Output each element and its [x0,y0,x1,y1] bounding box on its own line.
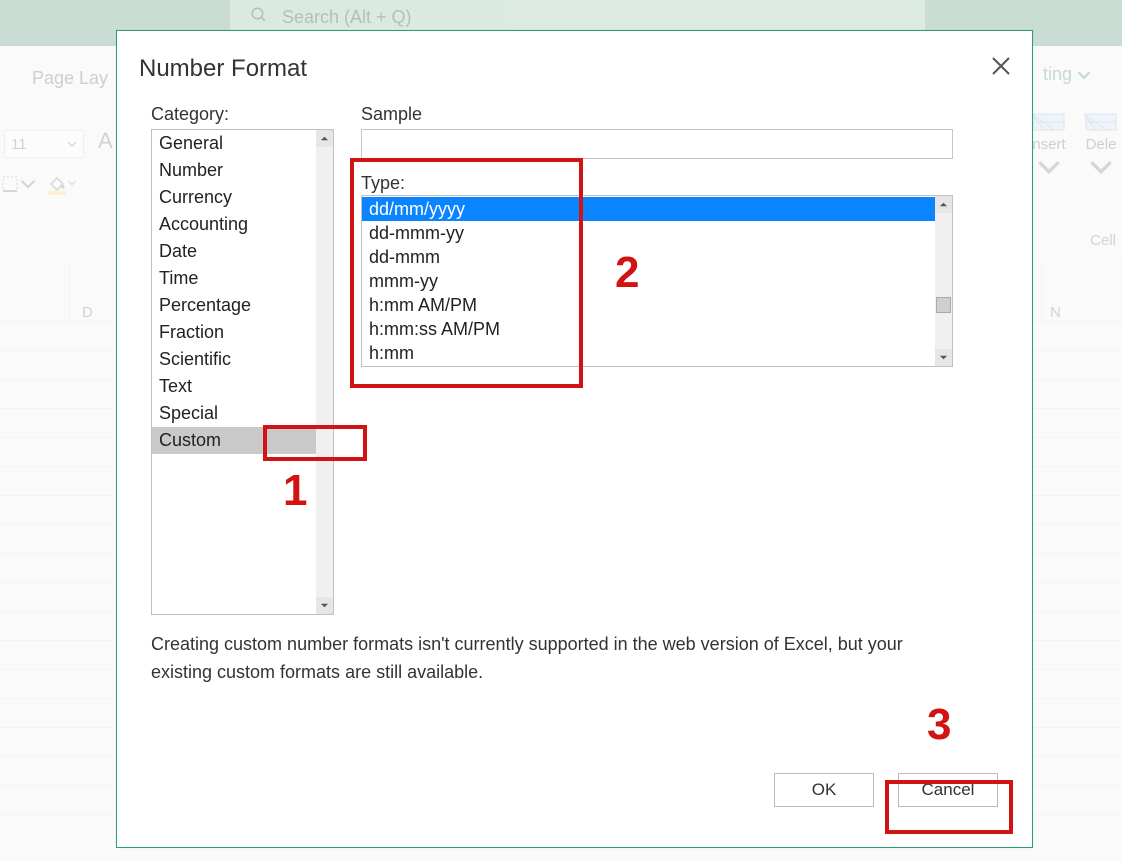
category-item[interactable]: Date [152,238,316,265]
category-listbox[interactable]: GeneralNumberCurrencyAccountingDateTimeP… [151,129,334,615]
category-item[interactable]: Number [152,157,316,184]
chevron-down-icon [939,353,948,362]
type-item[interactable]: dd-mmm-yy [362,221,935,245]
type-item[interactable]: h:mm:ss AM/PM [362,317,935,341]
close-button[interactable] [990,55,1012,77]
number-format-dialog: Number Format Category: Sample Type: Gen… [116,30,1033,848]
category-item[interactable]: Time [152,265,316,292]
category-item[interactable]: Special [152,400,316,427]
category-label: Category: [151,104,229,125]
category-item[interactable]: Custom [152,427,316,454]
dialog-title: Number Format [139,55,307,83]
scroll-down-button[interactable] [316,597,333,614]
chevron-up-icon [320,134,329,143]
type-item[interactable]: h:mm [362,341,935,365]
type-listbox[interactable]: dd/mm/yyyydd-mmm-yydd-mmmmmm-yyh:mm AM/P… [361,195,953,367]
scrollbar-track[interactable] [316,147,333,597]
chevron-down-icon [320,601,329,610]
type-item[interactable]: h:mm AM/PM [362,293,935,317]
type-label: Type: [361,173,405,194]
category-item[interactable]: Accounting [152,211,316,238]
scrollbar-track[interactable] [935,213,952,349]
sample-value-box [361,129,953,159]
category-item[interactable]: Currency [152,184,316,211]
scrollbar-thumb[interactable] [936,297,951,313]
ok-button[interactable]: OK [774,773,874,807]
type-item[interactable]: mmm-yy [362,269,935,293]
category-item[interactable]: General [152,130,316,157]
type-item[interactable]: dd-mmm [362,245,935,269]
category-item[interactable]: Scientific [152,346,316,373]
category-item[interactable]: Fraction [152,319,316,346]
cancel-button[interactable]: Cancel [898,773,998,807]
type-item[interactable]: dd/mm/yyyy [362,197,935,221]
category-item[interactable]: Text [152,373,316,400]
scroll-up-button[interactable] [935,196,952,213]
category-scrollbar[interactable] [316,130,333,614]
scroll-down-button[interactable] [935,349,952,366]
chevron-up-icon [939,200,948,209]
close-icon [990,64,1012,81]
type-scrollbar[interactable] [935,196,952,366]
dialog-note-text: Creating custom number formats isn't cur… [151,630,911,686]
sample-label: Sample [361,104,422,125]
category-item[interactable]: Percentage [152,292,316,319]
scroll-up-button[interactable] [316,130,333,147]
